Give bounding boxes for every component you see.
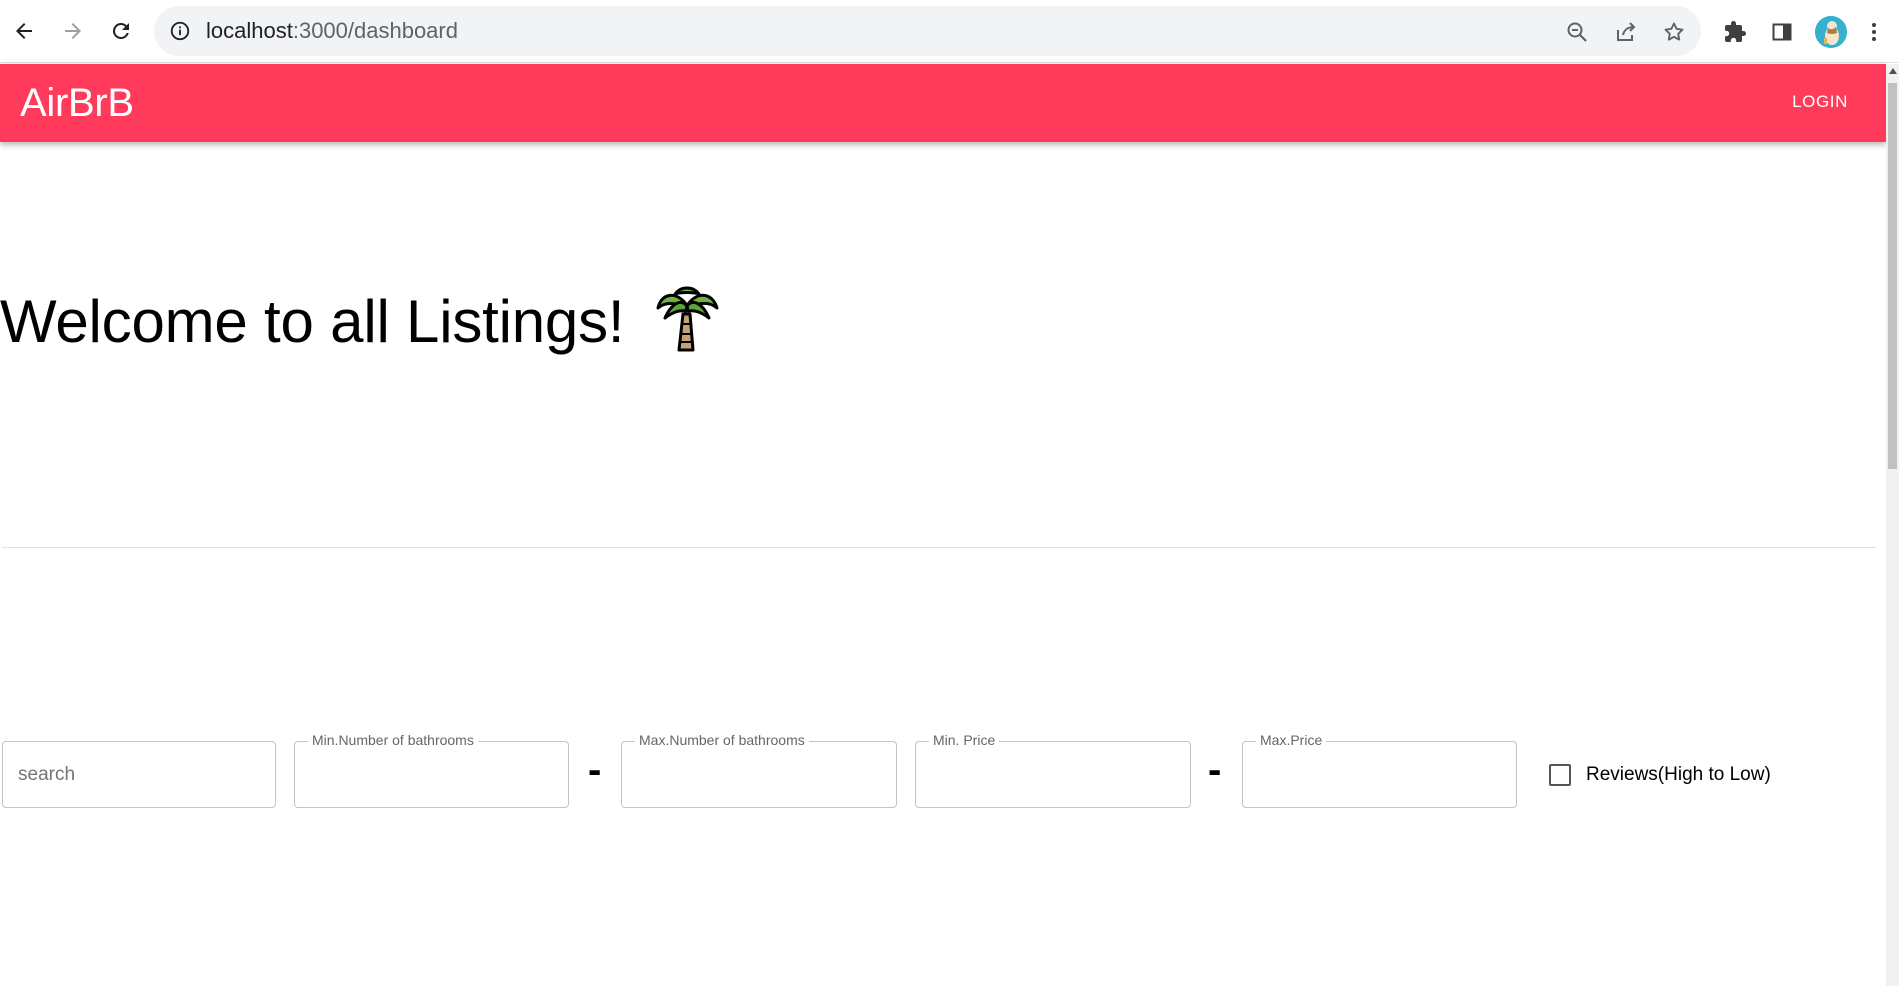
reviews-sort-option[interactable]: Reviews(High to Low) [1549, 760, 1771, 790]
address-bar[interactable]: localhost:3000/dashboard [154, 6, 1701, 56]
scroll-up-arrow-icon[interactable] [1889, 68, 1897, 74]
url-text[interactable]: localhost:3000/dashboard [206, 19, 458, 43]
min-price-input[interactable] [916, 742, 1190, 807]
min-bathrooms-input[interactable] [295, 742, 568, 807]
page-viewport: AirBrB LOGIN Welcome to all Listings! Mi… [0, 64, 1899, 986]
max-bathrooms-field[interactable]: Max.Number of bathrooms [621, 731, 897, 808]
arrow-right-icon [65, 23, 81, 39]
reload-icon [112, 22, 129, 39]
site-info-icon[interactable] [168, 19, 192, 43]
max-bathrooms-input[interactable] [622, 742, 896, 807]
extensions-puzzle-icon[interactable] [1722, 19, 1748, 45]
max-price-field[interactable]: Max.Price [1242, 731, 1517, 808]
search-input[interactable] [3, 742, 275, 807]
bathrooms-range-separator: - [588, 748, 602, 792]
min-bathrooms-label: Min.Number of bathrooms [308, 731, 478, 749]
max-bathrooms-label: Max.Number of bathrooms [635, 731, 809, 749]
min-price-field[interactable]: Min. Price [915, 731, 1191, 808]
browser-toolbar: localhost:3000/dashboard [0, 0, 1899, 63]
section-divider [2, 547, 1876, 548]
search-field[interactable] [2, 741, 276, 808]
back-button[interactable] [6, 13, 42, 49]
price-range-separator: - [1208, 748, 1222, 792]
bookmark-star-icon[interactable] [1661, 19, 1687, 45]
scrollbar-thumb[interactable] [1888, 83, 1897, 469]
max-price-label: Max.Price [1256, 731, 1327, 749]
login-button[interactable]: LOGIN [1792, 90, 1848, 114]
page-scrollbar[interactable] [1886, 64, 1899, 986]
browser-menu-icon[interactable] [1866, 19, 1882, 45]
reviews-sort-label[interactable]: Reviews(High to Low) [1586, 764, 1771, 786]
max-price-input[interactable] [1243, 742, 1516, 807]
min-price-label: Min. Price [929, 731, 1000, 749]
side-panel-icon[interactable] [1769, 19, 1795, 45]
welcome-text: Welcome to all Listings! [0, 288, 625, 355]
profile-avatar[interactable] [1815, 16, 1847, 48]
share-icon[interactable] [1613, 19, 1639, 45]
reviews-sort-checkbox[interactable] [1549, 764, 1571, 786]
brand-logo-text[interactable]: AirBrB [20, 81, 134, 125]
min-bathrooms-field[interactable]: Min.Number of bathrooms [294, 731, 569, 808]
arrow-left-icon [16, 23, 32, 39]
avatar-image-icon [1815, 16, 1847, 48]
url-path: :3000/dashboard [292, 18, 458, 43]
welcome-heading: Welcome to all Listings! [0, 286, 721, 358]
url-host: localhost [206, 18, 293, 43]
palm-tree-icon [656, 286, 719, 352]
zoom-out-icon[interactable] [1564, 19, 1590, 45]
app-header: AirBrB LOGIN [0, 64, 1886, 142]
reload-button[interactable] [103, 13, 139, 49]
forward-button[interactable] [55, 13, 91, 49]
